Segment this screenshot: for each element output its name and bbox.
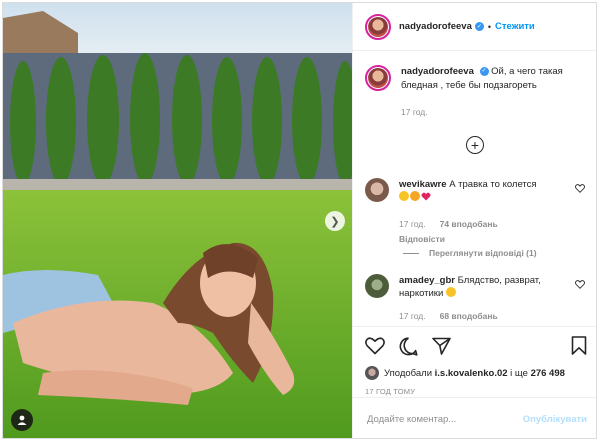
- caption-author-avatar[interactable]: [365, 65, 391, 91]
- comment-author-avatar[interactable]: [365, 274, 389, 298]
- comment-author-username[interactable]: wevikawre: [399, 179, 447, 190]
- likes-count[interactable]: 276 498: [531, 368, 565, 379]
- follow-button[interactable]: Стежити: [495, 21, 535, 32]
- comment-author-username[interactable]: amadey_gbr: [399, 275, 455, 286]
- comment-item: amadey_gbr Блядство, разврат, наркотики …: [365, 274, 587, 323]
- red-heart-emoji: [421, 192, 431, 201]
- post-timestamp[interactable]: 17 ГОД ТОМУ: [353, 387, 596, 396]
- verified-badge-icon: ✓: [474, 22, 484, 31]
- post-header: nadyadorofeeva ✓ • Стежити: [353, 3, 596, 51]
- add-comment-bar: Опублікувати: [353, 397, 596, 438]
- grinning-squinting-face-emoji: [445, 287, 456, 297]
- comment-like-heart-icon[interactable]: [575, 280, 585, 289]
- liker-username[interactable]: i.s.kovalenko.02: [435, 368, 508, 379]
- replies-divider: [403, 252, 419, 254]
- photo-illustration: [3, 3, 352, 438]
- post-modal: ❯ nadyadorofeeva ✓ • Стежити nadyadorofe…: [2, 2, 597, 439]
- carousel-next-button[interactable]: ❯: [325, 211, 345, 231]
- user-tag-icon: [17, 415, 27, 425]
- chevron-right-icon: ❯: [330, 215, 340, 228]
- comment-like-heart-icon[interactable]: [575, 184, 585, 193]
- author-avatar[interactable]: [365, 13, 391, 40]
- comment-age[interactable]: 17 год.: [399, 310, 426, 323]
- heart-eyes-emoji: [410, 191, 420, 201]
- likes-summary: Уподобали i.s.kovalenko.02 і ще 276 498: [353, 365, 596, 381]
- share-icon[interactable]: [432, 337, 451, 355]
- comment-input[interactable]: [365, 412, 523, 426]
- verified-badge-icon: ✓: [479, 66, 489, 76]
- comment-item: wevikawre А травка то колется 17 год. 74…: [365, 178, 587, 246]
- post-details-panel: nadyadorofeeva ✓ • Стежити nadyadorofeev…: [352, 3, 596, 438]
- grinning-squinting-face-emoji: [399, 191, 409, 201]
- bookmark-icon[interactable]: [571, 336, 587, 355]
- view-replies-label: Переглянути відповіді (1): [429, 248, 537, 258]
- plus-circle-icon: +: [470, 137, 480, 153]
- view-replies-button[interactable]: Переглянути відповіді (1): [403, 248, 537, 258]
- author-username[interactable]: nadyadorofeeva: [399, 21, 472, 32]
- reply-button[interactable]: Відповісти: [399, 233, 569, 246]
- header-separator: •: [487, 21, 492, 32]
- comment-author-avatar[interactable]: [365, 178, 389, 202]
- action-icons-bar: [353, 327, 596, 365]
- likes-prefix: Уподобали: [384, 367, 433, 379]
- comment-age[interactable]: 17 год.: [399, 218, 426, 231]
- load-more-comments-button[interactable]: +: [466, 136, 484, 154]
- likes-connector: і ще: [510, 367, 528, 379]
- comment-likes[interactable]: 68 вподобань: [440, 310, 498, 323]
- post-photo[interactable]: ❯: [3, 3, 352, 438]
- user-tag-button[interactable]: [11, 409, 33, 431]
- post-actions: Уподобали i.s.kovalenko.02 і ще 276 498 …: [353, 326, 596, 396]
- comment-text: А травка то колется: [449, 179, 537, 190]
- post-caption: nadyadorofeeva ✓ Ой, а чего такая бледна…: [353, 51, 596, 119]
- caption-author-username[interactable]: nadyadorofeeva: [401, 66, 474, 77]
- publish-button[interactable]: Опублікувати: [523, 414, 587, 425]
- comment-likes[interactable]: 74 вподобань: [440, 218, 498, 231]
- caption-age[interactable]: 17 год.: [401, 105, 428, 119]
- liker-avatar[interactable]: [365, 366, 379, 380]
- heart-icon[interactable]: [365, 337, 385, 355]
- comments-section[interactable]: nadyadorofeeva ✓ Ой, а чего такая бледна…: [353, 51, 596, 326]
- comment-icon[interactable]: [399, 336, 418, 356]
